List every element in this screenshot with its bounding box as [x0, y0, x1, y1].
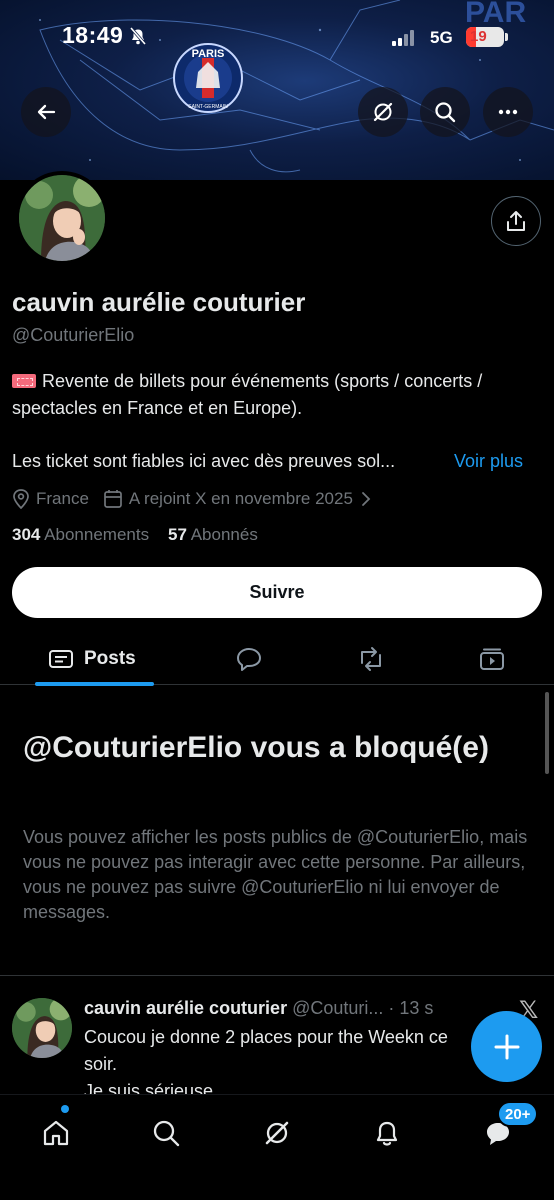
share-profile-button[interactable] — [491, 196, 541, 246]
network-type: 5G — [430, 28, 453, 47]
profile-bio: Revente de billets pour événements (spor… — [12, 368, 547, 422]
search-icon — [153, 1120, 180, 1147]
status-bar: 18:49 5G 19 — [0, 18, 554, 58]
back-button[interactable] — [21, 87, 71, 137]
grok-button[interactable] — [358, 87, 408, 137]
home-icon — [43, 1120, 69, 1146]
joined-date[interactable]: A rejoint X en novembre 2025 — [129, 489, 353, 509]
status-time: 18:49 — [62, 22, 124, 48]
post-author-name[interactable]: cauvin aurélie couturier — [84, 998, 287, 1018]
bio-continued: Les ticket sont fiables ici avec dès pre… — [12, 451, 396, 471]
reply-icon — [237, 648, 261, 671]
following-label: Abonnements — [44, 525, 150, 544]
see-more-link[interactable]: Voir plus — [454, 451, 523, 472]
nav-search[interactable] — [146, 1113, 186, 1153]
bio-text: Revente de billets pour événements (spor… — [12, 371, 483, 418]
bottom-navigation — [0, 1094, 554, 1200]
follow-counts: 304 Abonnements 57 Abonnés — [12, 525, 258, 545]
battery-indicator: 19 — [466, 27, 508, 47]
tab-posts-label: Posts — [84, 648, 136, 669]
followers-label: Abonnés — [190, 525, 258, 544]
more-options-button[interactable] — [483, 87, 533, 137]
blocked-title: @CouturierElio vous a bloqué(e) — [23, 731, 489, 764]
avatar-photo — [19, 175, 105, 261]
home-unread-dot — [61, 1105, 69, 1113]
post-text[interactable]: Coucou je donne 2 places pour the Weekn … — [84, 1024, 484, 1094]
post-avatar-photo — [12, 998, 72, 1058]
search-icon — [435, 102, 456, 123]
plus-icon — [494, 1034, 519, 1059]
repost-icon — [361, 647, 381, 671]
chevron-right-icon[interactable] — [359, 491, 373, 507]
profile-meta: France A rejoint X en novembre 2025 — [12, 487, 379, 511]
posts-tab-icon — [49, 650, 73, 668]
profile-handle: @CouturierElio — [12, 325, 135, 345]
location-text: France — [36, 489, 89, 508]
post-header: cauvin aurélie couturier @Couturi... · 1… — [84, 998, 484, 1019]
tab-media[interactable] — [478, 633, 506, 685]
battery-level: 19 — [470, 28, 487, 45]
arrow-left-icon — [37, 104, 56, 120]
followers-count: 57 — [167, 525, 187, 544]
location-pin-icon — [13, 489, 29, 509]
share-icon — [507, 211, 525, 231]
nav-home[interactable] — [36, 1113, 76, 1153]
cellular-signal-icon — [392, 30, 414, 46]
post-author-avatar[interactable] — [12, 998, 72, 1058]
tab-replies[interactable] — [235, 633, 263, 685]
ticket-emoji-icon — [12, 374, 36, 388]
following-count: 304 — [12, 525, 41, 544]
scrollbar[interactable] — [545, 692, 549, 774]
more-dots-icon — [498, 109, 518, 115]
active-tab-indicator — [35, 682, 154, 686]
profile-tabs: Posts — [0, 633, 554, 685]
profile-banner[interactable]: PARIS SAINT-GERMAIN PAR 18:49 5G 19 — [0, 0, 554, 180]
post-handle-time: @Couturi... · 13 s — [292, 998, 434, 1018]
media-icon — [480, 648, 504, 670]
following-link[interactable]: 304 Abonnements — [12, 525, 149, 544]
profile-name: cauvin aurélie couturier — [12, 287, 306, 317]
compose-post-button[interactable] — [471, 1011, 542, 1082]
nav-notifications[interactable] — [367, 1113, 407, 1153]
section-divider — [0, 975, 554, 976]
bell-icon — [376, 1121, 398, 1146]
crest-bottom-text: SAINT-GERMAIN — [188, 104, 228, 110]
tab-posts[interactable]: Posts — [48, 633, 136, 685]
grok-icon — [373, 102, 393, 122]
calendar-icon — [104, 490, 122, 508]
grok-icon — [265, 1121, 289, 1145]
search-button[interactable] — [420, 87, 470, 137]
profile-avatar[interactable] — [15, 171, 109, 265]
tab-reposts[interactable] — [356, 633, 386, 685]
nav-grok[interactable] — [257, 1113, 297, 1153]
blocked-description: Vous pouvez afficher les posts publics d… — [23, 827, 528, 922]
messages-badge: 20+ — [497, 1101, 539, 1127]
follow-button[interactable]: Suivre — [12, 567, 542, 618]
followers-link[interactable]: 57 Abonnés — [168, 525, 258, 544]
bell-off-icon — [129, 27, 147, 45]
